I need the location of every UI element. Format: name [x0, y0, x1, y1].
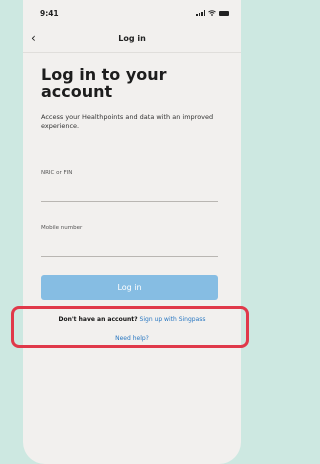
- wifi-icon: [208, 10, 216, 16]
- battery-icon: [219, 10, 229, 16]
- mobile-label: Mobile number: [41, 225, 83, 231]
- nav-title: Log in: [118, 34, 146, 43]
- login-button[interactable]: Log in: [41, 275, 218, 300]
- status-bar: 9:41: [23, 9, 241, 21]
- nric-field: NRIC or FIN: [41, 170, 218, 202]
- mobile-input[interactable]: [41, 246, 218, 257]
- signal-icon: [196, 10, 205, 16]
- status-time: 9:41: [40, 9, 59, 18]
- page-title: Log in to your account: [41, 65, 167, 101]
- nric-label: NRIC or FIN: [41, 170, 73, 176]
- page-subtitle: Access your Healthpoints and data with a…: [41, 113, 214, 130]
- status-icons: [196, 10, 229, 16]
- phone-screen: 9:41 ‹ Log in Log in to your account Acc…: [23, 0, 241, 464]
- nav-bar: ‹ Log in: [23, 28, 241, 53]
- highlight-box: [11, 306, 249, 348]
- mobile-field: Mobile number: [41, 225, 218, 257]
- nric-input[interactable]: [41, 191, 218, 202]
